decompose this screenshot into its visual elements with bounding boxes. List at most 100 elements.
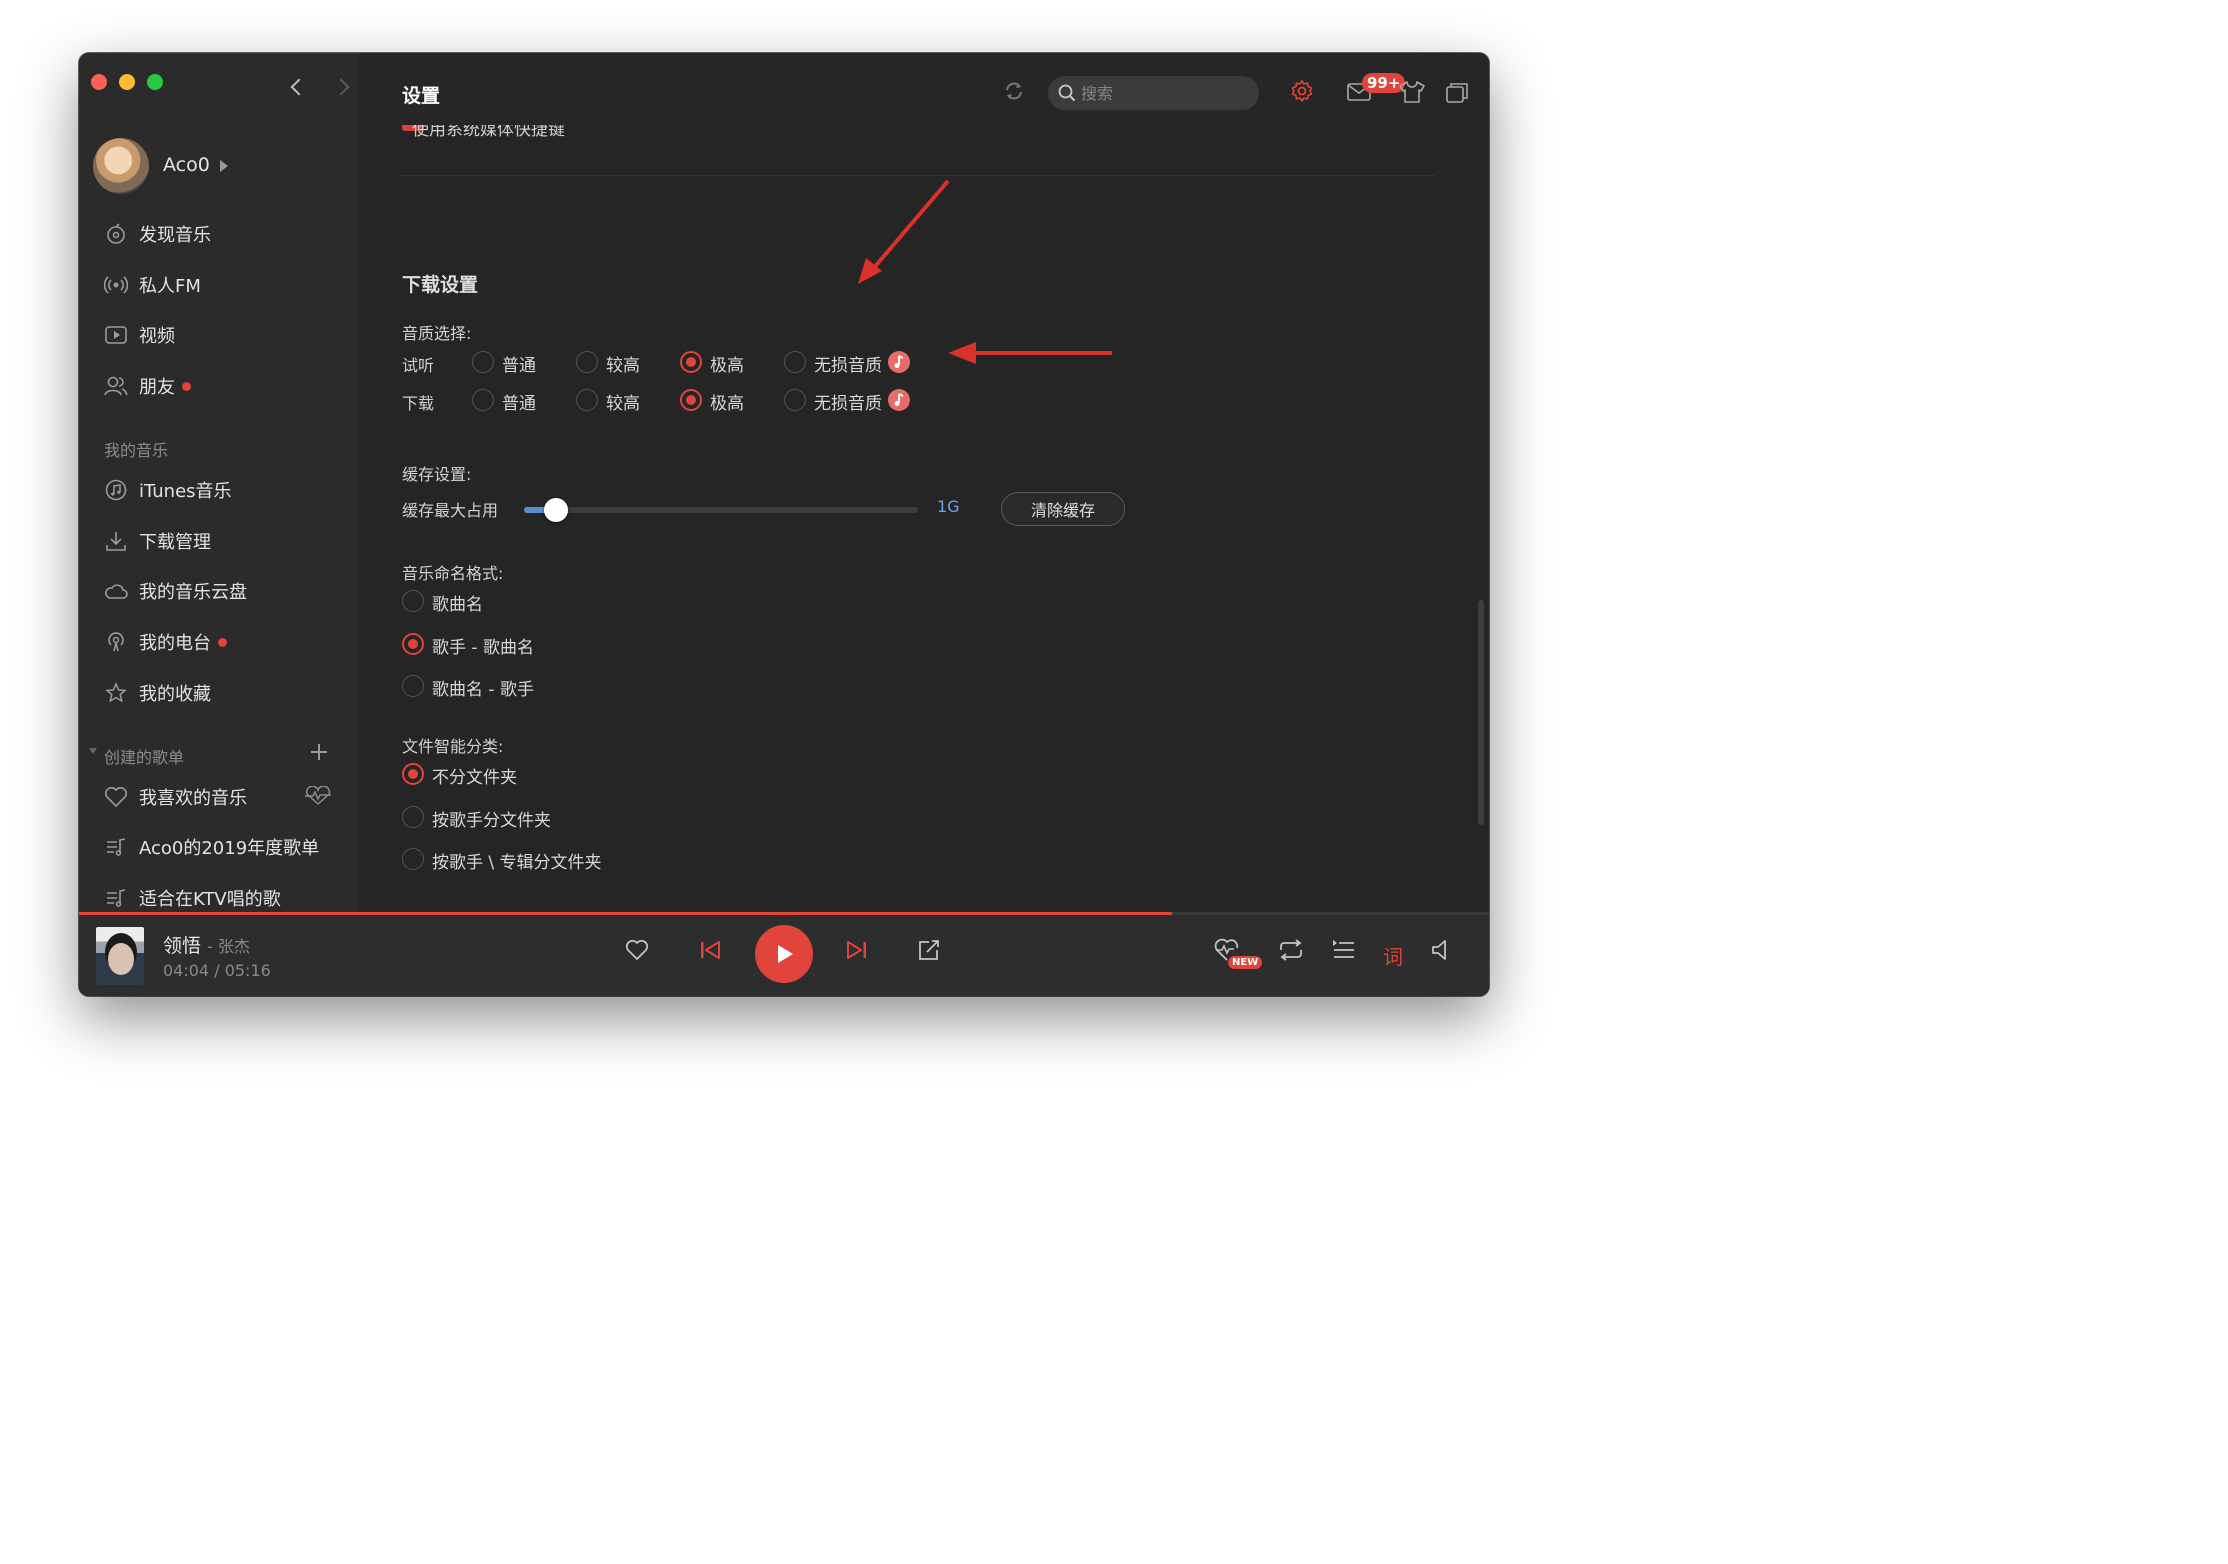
time-separator: / xyxy=(214,961,220,980)
player-bar: 领悟 - 张杰 04:04 / 05:16 NEW 词 xyxy=(79,915,1489,996)
sidebar-item-playlist-2019[interactable]: Aco0的2019年度歌单 xyxy=(104,832,319,862)
scrollbar[interactable] xyxy=(1478,600,1484,825)
song-time: 04:04 / 05:16 xyxy=(163,961,271,980)
quality-option-label: 无损音质 xyxy=(814,356,882,376)
song-info[interactable]: 领悟 - 张杰 xyxy=(163,931,250,958)
radio-fm-icon xyxy=(104,273,128,297)
settings-panel: 使用系统媒体快捷键 下载设置 音质选择: 试听 普通 较高 极高 无损音质 下载… xyxy=(359,125,1489,913)
sidebar-item-downloads[interactable]: 下载管理 xyxy=(104,526,211,556)
window-minimize-button[interactable] xyxy=(119,74,135,90)
current-time: 04:04 xyxy=(163,961,210,980)
search-box[interactable] xyxy=(1048,76,1259,110)
play-button[interactable] xyxy=(755,925,813,983)
cache-value: 1G xyxy=(937,497,960,516)
cache-slider-track[interactable] xyxy=(524,507,918,513)
video-icon xyxy=(104,323,128,347)
previous-track-icon[interactable] xyxy=(699,939,721,965)
quality-download-normal-radio[interactable] xyxy=(472,389,494,411)
sidebar-item-itunes[interactable]: iTunes音乐 xyxy=(104,475,232,505)
lyrics-toggle-button[interactable]: 词 xyxy=(1383,941,1403,970)
username[interactable]: Aco0 xyxy=(163,154,210,176)
app-window: Aco0 发现音乐 私人FM 视频 朋友 我的音乐 iTunes音乐 下载管理 … xyxy=(79,53,1489,996)
sidebar-item-label: 发现音乐 xyxy=(139,225,211,246)
sidebar-item-cloud[interactable]: 我的音乐云盘 xyxy=(104,576,247,606)
search-input[interactable] xyxy=(1081,76,1251,110)
classify-artist-album-radio[interactable] xyxy=(402,848,424,870)
quality-preview-lossless-radio[interactable] xyxy=(784,351,806,373)
heartbeat-mode-icon[interactable] xyxy=(303,785,333,810)
created-playlists-heading: 创建的歌单 xyxy=(104,748,185,767)
quality-download-lossless-radio[interactable] xyxy=(784,389,806,411)
naming-option-label: 歌手 - 歌曲名 xyxy=(432,638,534,658)
sidebar-item-label: 我的收藏 xyxy=(139,684,211,705)
sidebar-item-label: 我的音乐云盘 xyxy=(139,582,247,603)
naming-label: 音乐命名格式: xyxy=(402,564,504,583)
mini-mode-icon[interactable] xyxy=(1446,83,1468,107)
quality-download-high-radio[interactable] xyxy=(576,389,598,411)
quality-download-extreme-radio[interactable] xyxy=(680,389,702,411)
forward-arrow-icon[interactable] xyxy=(332,78,350,96)
classify-option-label: 按歌手分文件夹 xyxy=(432,811,551,831)
itunes-icon xyxy=(104,478,128,502)
play-icon xyxy=(778,945,793,963)
user-caret-icon[interactable] xyxy=(220,160,228,172)
divider xyxy=(402,175,1435,176)
sidebar-item-label: 适合在KTV唱的歌 xyxy=(139,889,281,910)
sidebar-item-liked[interactable]: 我喜欢的音乐 xyxy=(104,782,247,812)
quality-preview-high-radio[interactable] xyxy=(576,351,598,373)
share-icon[interactable] xyxy=(917,939,941,965)
volume-icon[interactable] xyxy=(1431,939,1451,965)
quality-option-label: 极高 xyxy=(710,394,744,414)
back-arrow-icon[interactable] xyxy=(290,78,308,96)
sidebar-item-video[interactable]: 视频 xyxy=(104,320,175,350)
window-zoom-button[interactable] xyxy=(147,74,163,90)
settings-gear-icon[interactable] xyxy=(1290,79,1314,107)
cloud-icon xyxy=(104,579,128,603)
search-icon xyxy=(1058,84,1076,106)
naming-song-radio[interactable] xyxy=(402,590,424,612)
clear-cache-button[interactable]: 清除缓存 xyxy=(1001,492,1125,526)
friends-icon xyxy=(104,374,128,398)
quality-preview-extreme-radio[interactable] xyxy=(680,351,702,373)
album-cover[interactable] xyxy=(96,927,144,985)
next-track-icon[interactable] xyxy=(846,939,868,965)
download-settings-heading: 下载设置 xyxy=(402,274,479,296)
classify-artist-radio[interactable] xyxy=(402,806,424,828)
sidebar-item-radio[interactable]: 我的电台 xyxy=(104,627,227,657)
playlist-queue-icon[interactable] xyxy=(1332,939,1356,965)
like-heart-icon[interactable] xyxy=(625,939,649,965)
podcast-icon xyxy=(104,630,128,654)
top-bar: 设置 99+ xyxy=(359,53,1489,125)
repeat-mode-icon[interactable] xyxy=(1278,939,1304,965)
my-music-heading: 我的音乐 xyxy=(104,441,169,460)
window-close-button[interactable] xyxy=(91,74,107,90)
collapse-caret-icon[interactable] xyxy=(89,748,97,754)
sidebar-item-playlist-ktv[interactable]: 适合在KTV唱的歌 xyxy=(104,883,281,913)
playlist-icon xyxy=(104,886,128,910)
classify-none-radio[interactable] xyxy=(402,763,424,785)
cache-slider-thumb[interactable] xyxy=(544,498,568,522)
naming-artist-song-radio[interactable] xyxy=(402,633,424,655)
classify-label: 文件智能分类: xyxy=(402,737,504,756)
download-icon xyxy=(104,529,128,553)
sync-icon[interactable] xyxy=(1003,81,1025,105)
sidebar-item-label: 我喜欢的音乐 xyxy=(139,788,247,809)
quality-preview-normal-radio[interactable] xyxy=(472,351,494,373)
quality-row-label-preview: 试听 xyxy=(402,356,435,375)
sidebar-item-collection[interactable]: 我的收藏 xyxy=(104,678,211,708)
add-playlist-icon[interactable] xyxy=(310,743,328,761)
sidebar-item-discover[interactable]: 发现音乐 xyxy=(104,219,211,249)
skin-tshirt-icon[interactable] xyxy=(1399,81,1425,107)
sidebar-item-friends[interactable]: 朋友 xyxy=(104,371,191,401)
sidebar-item-fm[interactable]: 私人FM xyxy=(104,270,201,300)
vip-note-icon xyxy=(888,351,910,373)
sidebar-item-label: Aco0的2019年度歌单 xyxy=(139,838,320,859)
cache-label: 缓存设置: xyxy=(402,465,472,484)
quality-option-label: 普通 xyxy=(502,394,536,414)
avatar[interactable] xyxy=(93,138,149,194)
media-key-label: 使用系统媒体快捷键 xyxy=(412,125,565,140)
quality-option-label: 无损音质 xyxy=(814,394,882,414)
sidebar-item-label: 下载管理 xyxy=(139,532,211,553)
naming-option-label: 歌曲名 xyxy=(432,595,483,615)
naming-song-artist-radio[interactable] xyxy=(402,675,424,697)
